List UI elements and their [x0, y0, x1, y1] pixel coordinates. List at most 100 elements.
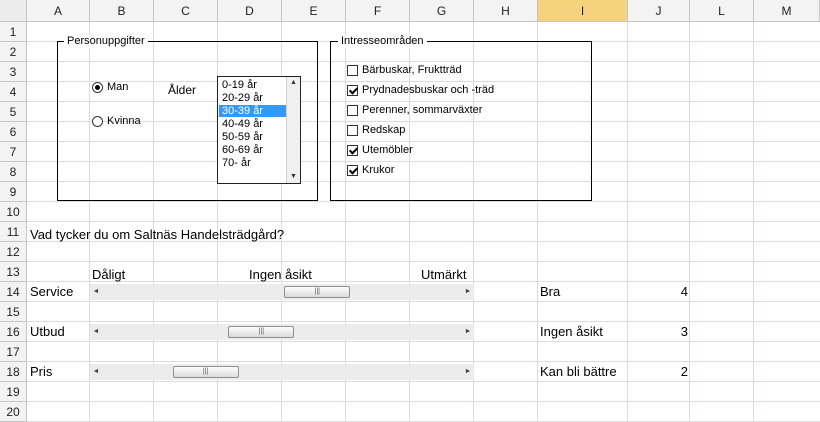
row-header-5[interactable]: 5 [0, 102, 27, 122]
column-header-f[interactable]: F [346, 0, 410, 22]
column-header-c[interactable]: C [154, 0, 218, 22]
row-header-19[interactable]: 19 [0, 382, 27, 402]
arrow-right-icon[interactable]: ► [462, 284, 474, 300]
rating-slider-service[interactable]: ◄ ► ||| [90, 284, 474, 300]
grip-icon[interactable]: ||| [284, 286, 351, 298]
gridline-horizontal [27, 261, 820, 262]
rating-slider-pris[interactable]: ◄ ► ||| [90, 364, 474, 380]
row-header-7[interactable]: 7 [0, 142, 27, 162]
summary-value: 3 [680, 324, 688, 339]
scale-mid-label: Ingen åsikt [249, 267, 312, 282]
row-header-17[interactable]: 17 [0, 342, 27, 362]
question-text: Vad tycker du om Saltnäs Handelsträdgård… [30, 227, 285, 242]
checkbox-label: Utemöbler [362, 144, 413, 156]
age-option[interactable]: 40-49 år [219, 118, 286, 130]
row-header-20[interactable]: 20 [0, 402, 27, 422]
column-header-g[interactable]: G [410, 0, 474, 22]
checkbox[interactable] [347, 85, 358, 96]
gridline-horizontal [27, 321, 820, 322]
checkbox[interactable] [347, 145, 358, 156]
summary-value: 2 [680, 364, 688, 379]
grip-icon[interactable]: ||| [172, 366, 239, 378]
gridline-horizontal [27, 221, 820, 222]
slider-label-service: Service [30, 284, 74, 299]
row-header-10[interactable]: 10 [0, 202, 27, 222]
row-header-1[interactable]: 1 [0, 22, 27, 42]
gridline-vertical [753, 22, 754, 422]
checkbox[interactable] [347, 165, 358, 176]
column-header-i[interactable]: I [538, 0, 628, 22]
arrow-right-icon[interactable]: ► [462, 364, 474, 380]
checkbox-label: Prydnadesbuskar och -träd [362, 84, 495, 96]
arrow-left-icon[interactable]: ◄ [90, 324, 102, 340]
checkbox-label: Redskap [362, 124, 406, 136]
age-listbox[interactable]: 0-19 år 20-29 år 30-39 år 40-49 år 50-59 år 6… [217, 76, 301, 184]
checkbox-label: Bärbuskar, Fruktträd [362, 64, 462, 76]
row-header-16[interactable]: 16 [0, 322, 27, 342]
radio-man-option[interactable]: Man [92, 81, 128, 94]
checkbox[interactable] [347, 125, 358, 136]
interest-checkbox-item[interactable]: Krukor [347, 164, 394, 177]
row-header-12[interactable]: 12 [0, 242, 27, 262]
checkbox-label: Krukor [362, 164, 395, 176]
arrow-down-icon[interactable]: ▼ [287, 172, 300, 182]
column-header-j[interactable]: J [628, 0, 690, 22]
summary-label: Bra [540, 284, 561, 299]
checkbox[interactable] [347, 65, 358, 76]
age-option[interactable]: 50-59 år [219, 131, 286, 143]
scale-low-label: Dåligt [92, 267, 126, 282]
column-header-a[interactable]: A [27, 0, 90, 22]
column-header-m[interactable]: M [754, 0, 820, 22]
spreadsheet: A B C D E F G H I J L M 1 2 3 4 5 6 7 8 9 10 11 12 13 14 15 16 17 18 1… [0, 0, 820, 422]
gridline-horizontal [27, 361, 820, 362]
column-header-h[interactable]: H [474, 0, 538, 22]
row-header-9[interactable]: 9 [0, 182, 27, 202]
age-option[interactable]: 70- år [219, 157, 286, 169]
arrow-up-icon[interactable]: ▲ [287, 78, 300, 88]
column-header-d[interactable]: D [218, 0, 282, 22]
row-header-3[interactable]: 3 [0, 62, 27, 82]
age-option[interactable]: 0-19 år [219, 79, 286, 91]
interest-checkbox-item[interactable]: Prydnadesbuskar och -träd [347, 84, 494, 97]
radio-man[interactable] [92, 82, 103, 93]
column-header-e[interactable]: E [282, 0, 346, 22]
row-header-13[interactable]: 13 [0, 262, 27, 282]
interest-checkbox-item[interactable]: Bärbuskar, Fruktträd [347, 64, 462, 77]
arrow-left-icon[interactable]: ◄ [90, 284, 102, 300]
radio-kvinna[interactable] [92, 116, 103, 127]
row-header-4[interactable]: 4 [0, 82, 27, 102]
row-header-15[interactable]: 15 [0, 302, 27, 322]
age-list-scrollbar[interactable]: ▲ ▼ [286, 77, 300, 183]
row-header-6[interactable]: 6 [0, 122, 27, 142]
slider-label-utbud: Utbud [30, 324, 65, 339]
radio-kvinna-label: Kvinna [107, 115, 141, 127]
grip-icon[interactable]: ||| [228, 326, 295, 338]
rating-slider-utbud[interactable]: ◄ ► ||| [90, 324, 474, 340]
row-header-18[interactable]: 18 [0, 362, 27, 382]
row-header-2[interactable]: 2 [0, 42, 27, 62]
radio-man-label: Man [107, 81, 129, 93]
arrow-right-icon[interactable]: ► [462, 324, 474, 340]
arrow-left-icon[interactable]: ◄ [90, 364, 102, 380]
age-option[interactable]: 20-29 år [219, 92, 286, 104]
interest-checkbox-item[interactable]: Utemöbler [347, 144, 413, 157]
summary-label: Ingen åsikt [540, 324, 603, 339]
row-header-14[interactable]: 14 [0, 282, 27, 302]
row-header-11[interactable]: 11 [0, 222, 27, 242]
column-header-l[interactable]: L [690, 0, 754, 22]
summary-value: 4 [680, 284, 688, 299]
row-header-8[interactable]: 8 [0, 162, 27, 182]
radio-kvinna-option[interactable]: Kvinna [92, 115, 141, 128]
summary-label: Kan bli bättre [540, 364, 617, 379]
intresseomraden-title: Intresseområden [338, 35, 427, 48]
select-all-corner[interactable] [0, 0, 27, 22]
checkbox[interactable] [347, 105, 358, 116]
gridline-horizontal [27, 201, 820, 202]
age-option[interactable]: 60-69 år [219, 144, 286, 156]
interest-checkbox-item[interactable]: Perenner, sommarväxter [347, 104, 482, 117]
gridline-horizontal [27, 341, 820, 342]
age-option[interactable]: 30-39 år [219, 105, 286, 117]
interest-checkbox-item[interactable]: Redskap [347, 124, 405, 137]
column-header-b[interactable]: B [90, 0, 154, 22]
gridline-horizontal [27, 301, 820, 302]
